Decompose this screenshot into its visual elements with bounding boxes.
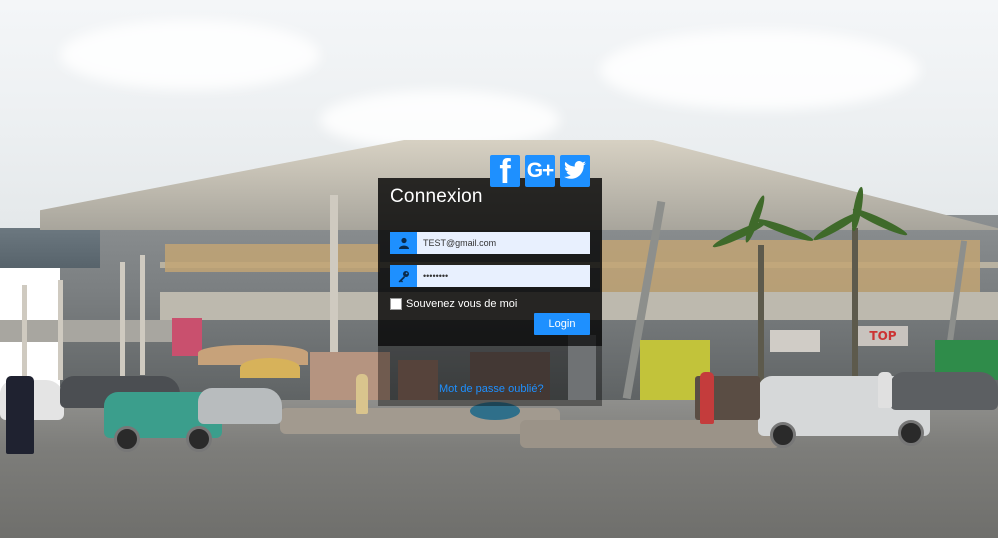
forgot-password-link[interactable]: Mot de passe oublié?	[439, 383, 544, 395]
person	[356, 374, 368, 414]
wheel	[186, 426, 212, 452]
parked-cars	[890, 372, 998, 410]
login-button[interactable]: Login	[534, 313, 590, 335]
shop-sign-top: TOP	[858, 326, 908, 346]
email-field	[390, 232, 590, 254]
shop-sign	[770, 330, 820, 352]
twitter-icon	[564, 161, 586, 179]
google-plus-login-button[interactable]: G+	[525, 155, 555, 187]
shop-banner	[172, 318, 202, 356]
floor-band	[0, 320, 180, 342]
person	[6, 376, 34, 454]
remember-me[interactable]: Souvenez vous de moi	[390, 298, 517, 310]
wheel	[770, 422, 796, 448]
user-icon	[390, 232, 417, 254]
password-input[interactable]	[417, 265, 590, 287]
wheel	[114, 426, 140, 452]
login-title: Connexion	[390, 186, 483, 207]
column	[22, 285, 27, 385]
login-panel-lower	[378, 346, 602, 406]
column	[140, 255, 145, 375]
password-field	[390, 265, 590, 287]
person	[878, 372, 892, 408]
google-plus-icon: G+	[526, 159, 555, 182]
twitter-login-button[interactable]	[560, 155, 590, 187]
column	[58, 280, 63, 380]
cloud	[60, 20, 320, 90]
wheel	[898, 420, 924, 446]
remember-label: Souvenez vous de moi	[406, 298, 518, 310]
column	[120, 262, 125, 377]
facebook-login-button[interactable]: f	[490, 155, 520, 187]
balcony	[165, 244, 380, 272]
market-umbrella	[240, 358, 300, 378]
cloud	[600, 30, 920, 110]
sidewalk	[520, 420, 780, 448]
facebook-icon: f	[499, 155, 511, 187]
roof-left	[0, 228, 100, 268]
silver-car	[198, 388, 282, 424]
social-login-buttons: f G+	[490, 155, 590, 187]
remember-checkbox[interactable]	[390, 298, 402, 310]
person	[700, 372, 714, 424]
key-icon	[390, 265, 417, 287]
email-input[interactable]	[417, 232, 590, 254]
